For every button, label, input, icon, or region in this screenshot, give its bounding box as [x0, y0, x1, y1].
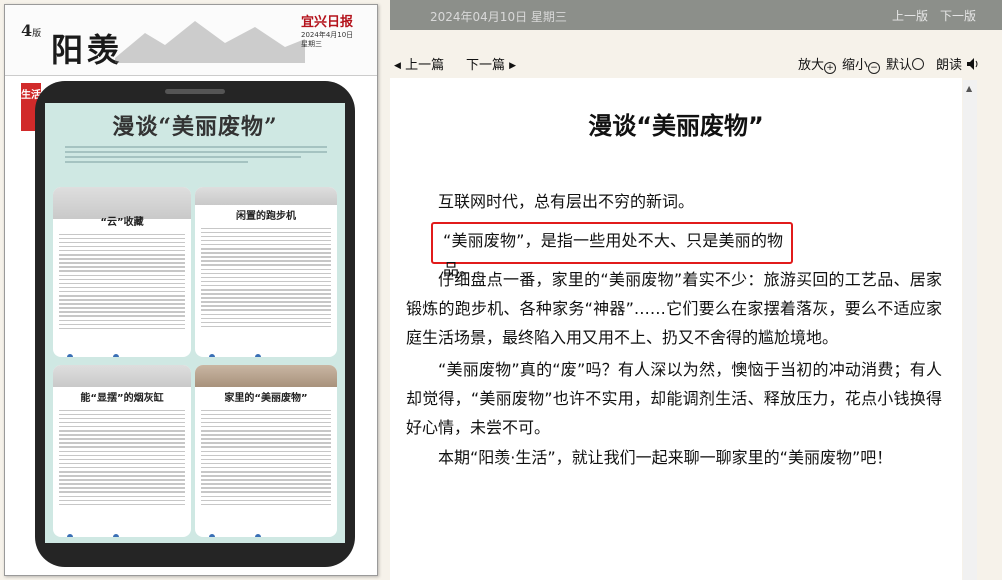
read-label: 朗读 — [936, 58, 963, 73]
zoom-in-label: 放大 — [798, 58, 825, 73]
triangle-right-icon: ▶ — [509, 61, 517, 71]
page-nav-links[interactable]: 上一版 下一版 — [892, 7, 976, 24]
zoom-out-button[interactable]: 缩小 − — [842, 54, 881, 74]
minus-circle-icon: − — [868, 62, 881, 74]
editor-bar — [19, 66, 363, 72]
article-card-ashtray[interactable]: 能“显摆”的烟灰缸 — [53, 365, 191, 537]
top-date: 2024年04月10日 星期三 — [430, 10, 567, 24]
article-paragraph-5: 本期“阳羡·生活”，就让我们一起来聊一聊家里的“美丽废物”吧！ — [438, 448, 893, 467]
issue-date: 2024年4月10日 星期三 — [301, 31, 354, 48]
card-icons — [209, 345, 323, 357]
article-paragraph-4: “美丽废物”真的“废”吗？有人深以为然，懊恼于当初的冲动消费；有人却觉得，“美丽… — [406, 360, 942, 437]
phone-speaker — [165, 89, 225, 94]
article-paragraph-3: 仔细盘点一番，家里的“美丽废物”着实不少：旅游买回的工艺品、居家锻炼的跑步机、各… — [406, 270, 942, 347]
card-image — [195, 365, 337, 387]
card-body — [201, 225, 331, 341]
article-card-cloud-collection[interactable]: “云”收藏 — [53, 187, 191, 357]
card-image — [53, 365, 191, 387]
card-icons — [209, 525, 323, 537]
card-body — [59, 407, 185, 521]
phone-screen: 漫谈“美丽废物” “云”收藏 闲置的跑步机 能“显摆”的烟灰缸 家里的“美丽废物… — [45, 103, 345, 543]
masthead: 4版 阳羡 宜兴日报 2024年4月10日 星期三 — [5, 5, 377, 76]
card-icons — [67, 525, 177, 537]
plus-circle-icon: + — [824, 62, 837, 74]
default-size-button[interactable]: 默认 — [886, 54, 925, 73]
column-name: 阳羡 — [51, 31, 124, 69]
paper-headline: 漫谈“美丽废物” — [112, 114, 278, 140]
vertical-scrollbar[interactable]: ▲ — [963, 80, 977, 580]
default-label: 默认 — [886, 58, 913, 73]
article-card-home-beautiful-waste[interactable]: 家里的“美丽废物” — [195, 365, 337, 537]
read-aloud-button[interactable]: 朗读 — [936, 54, 980, 73]
card-body — [59, 231, 185, 341]
intro-text-block — [65, 143, 327, 183]
zoom-in-button[interactable]: 放大 + — [798, 54, 837, 74]
page-number: 4版 — [21, 21, 42, 40]
article-title: 漫谈“美丽废物” — [588, 112, 764, 140]
card-icons — [67, 345, 177, 357]
next-label: 下一篇 — [466, 58, 506, 73]
card-title: 闲置的跑步机 — [236, 211, 296, 222]
newspaper-logo: 宜兴日报 — [301, 15, 354, 30]
top-bar: 2024年04月10日 星期三 上一版 下一版 — [390, 0, 1002, 30]
card-title: 能“显摆”的烟灰缸 — [80, 393, 164, 404]
zoom-out-label: 缩小 — [842, 58, 869, 73]
prev-label: 上一篇 — [405, 58, 445, 73]
article-paragraph-1: 互联网时代，总有层出不穷的新词。 — [438, 192, 695, 211]
next-article-button[interactable]: 下一篇 ▶ — [466, 54, 516, 73]
prev-article-button[interactable]: ◀ 上一篇 — [394, 54, 444, 73]
article-toolbar: ◀ 上一篇 下一篇 ▶ 放大 + 缩小 − 默认 朗读 — [390, 50, 980, 76]
mountain-illustration — [115, 21, 305, 63]
card-title: “云”收藏 — [100, 217, 144, 228]
scroll-up-icon[interactable]: ▲ — [966, 84, 972, 93]
newspaper-page[interactable]: 4版 阳羡 宜兴日报 2024年4月10日 星期三 生活 漫谈“美丽废物” “云… — [4, 4, 378, 576]
circle-icon — [912, 58, 925, 70]
article-card-treadmill[interactable]: 闲置的跑步机 — [195, 187, 337, 357]
triangle-left-icon: ◀ — [394, 61, 401, 71]
card-title: 家里的“美丽废物” — [224, 393, 308, 404]
card-image — [195, 187, 337, 205]
card-body — [201, 407, 331, 521]
speaker-icon — [967, 58, 978, 70]
